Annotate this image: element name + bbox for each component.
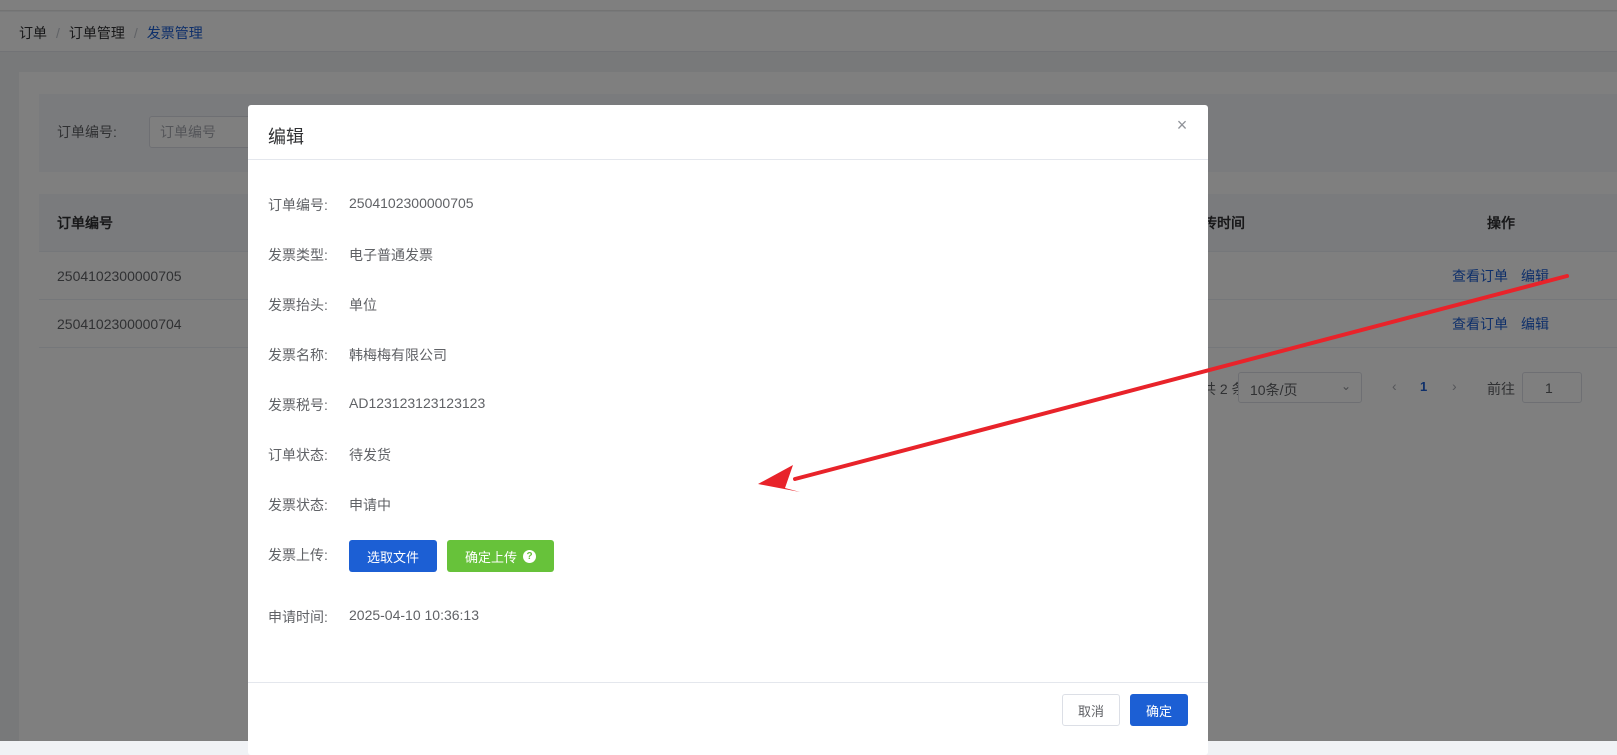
- dialog-header: 编辑 ×: [248, 105, 1208, 160]
- field-value-invoice-header: 单位: [349, 297, 377, 313]
- field-value-order-status: 待发货: [349, 447, 391, 463]
- field-value-apply-time: 2025-04-10 10:36:13: [349, 607, 479, 623]
- field-label-invoice-type: 发票类型:: [268, 247, 328, 263]
- field-value-tax-no: AD123123123123123: [349, 395, 486, 411]
- field-label-invoice-name: 发票名称:: [268, 347, 328, 363]
- cancel-button[interactable]: 取消: [1062, 694, 1120, 726]
- field-value-invoice-name: 韩梅梅有限公司: [349, 347, 447, 363]
- confirm-upload-button[interactable]: 确定上传 ?: [447, 540, 554, 572]
- ok-label: 确定: [1145, 703, 1172, 719]
- ok-button[interactable]: 确定: [1130, 694, 1188, 726]
- select-file-button[interactable]: 选取文件: [349, 540, 437, 572]
- field-label-invoice-header: 发票抬头:: [268, 297, 328, 313]
- field-value-order-no: 2504102300000705: [349, 195, 474, 211]
- field-label-order-status: 订单状态:: [268, 447, 328, 463]
- close-icon[interactable]: ×: [1172, 115, 1192, 135]
- field-value-invoice-type: 电子普通发票: [349, 247, 433, 263]
- page: 订单/订单管理/发票管理 订单编号: 订单编号 上传时间 操作 25041023…: [0, 0, 1617, 755]
- field-label-apply-time: 申请时间:: [268, 609, 328, 625]
- field-value-invoice-status: 申请中: [349, 497, 391, 513]
- dialog-footer: 取消 确定: [248, 682, 1208, 755]
- confirm-upload-label: 确定上传: [464, 549, 517, 565]
- field-label-invoice-status: 发票状态:: [268, 497, 328, 513]
- field-label-tax-no: 发票税号:: [268, 397, 328, 413]
- select-file-label: 选取文件: [366, 549, 419, 565]
- edit-dialog: 编辑 × 订单编号: 2504102300000705 发票类型: 电子普通发票…: [248, 105, 1208, 755]
- field-label-invoice-upload: 发票上传:: [268, 547, 328, 563]
- cancel-label: 取消: [1077, 703, 1104, 719]
- question-circle-icon[interactable]: ?: [523, 549, 536, 563]
- field-label-order-no: 订单编号:: [268, 197, 328, 213]
- dialog-title: 编辑: [268, 127, 304, 147]
